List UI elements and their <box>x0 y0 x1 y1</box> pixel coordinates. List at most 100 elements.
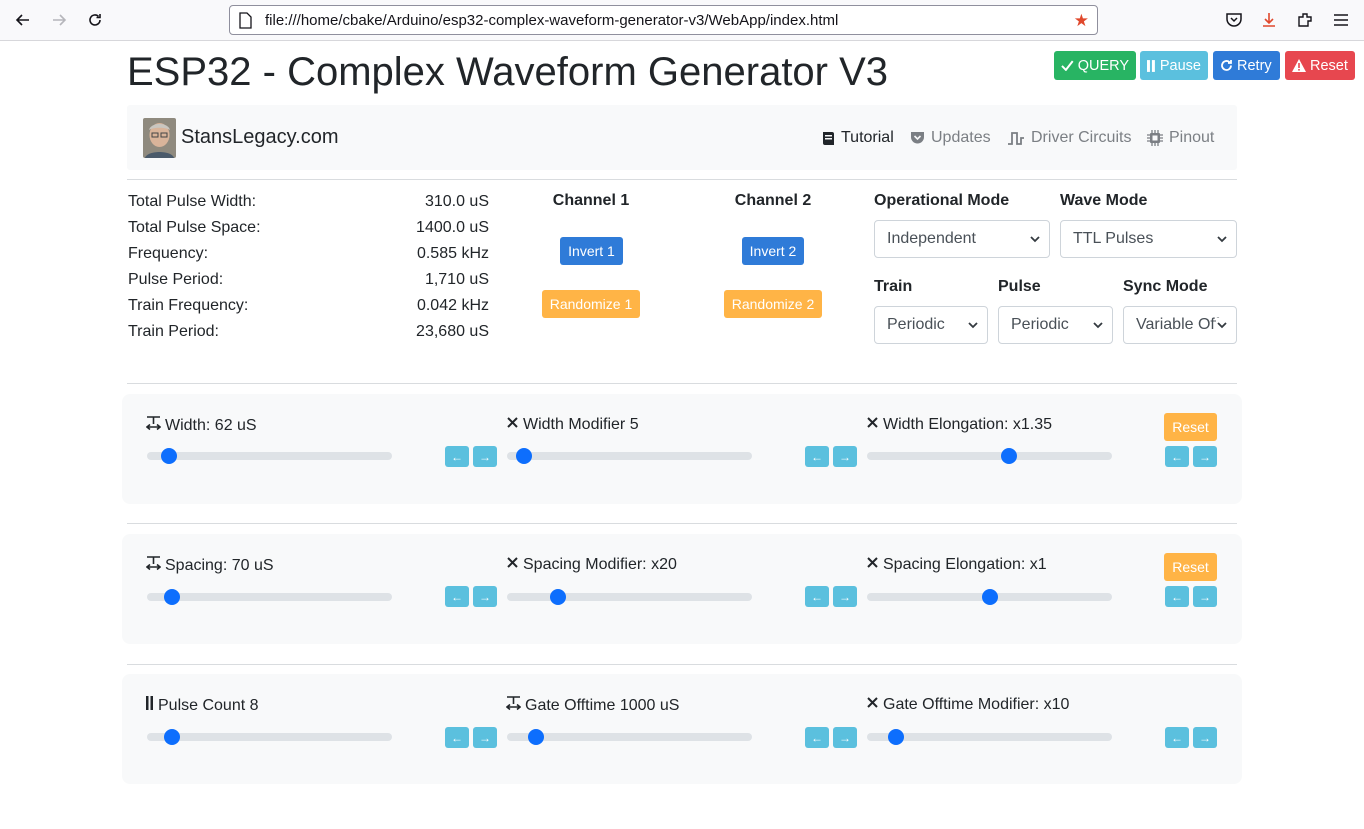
width-increment-button[interactable]: → <box>473 446 497 467</box>
arrow-left-icon: ← <box>811 449 823 464</box>
width-panel <box>122 394 1242 504</box>
back-arrow-icon <box>15 14 29 26</box>
slider-thumb[interactable] <box>161 448 178 464</box>
width-modifier-decrement-button[interactable]: ← <box>805 446 829 467</box>
arrow-left-icon: ← <box>811 589 823 604</box>
operational-mode-select[interactable]: Independent <box>874 220 1050 258</box>
sync-mode-select[interactable]: Variable Off <box>1123 306 1237 344</box>
query-button[interactable]: QUERY <box>1054 51 1136 80</box>
arrow-left-icon: ← <box>451 730 463 745</box>
width-reset-button[interactable]: Reset <box>1164 413 1217 441</box>
divider <box>127 383 1237 384</box>
spacing-modifier-decrement-button[interactable]: ← <box>805 586 829 607</box>
width-elongation-increment-button[interactable]: → <box>1193 446 1217 467</box>
pulse-count-decrement-button[interactable]: ← <box>445 727 469 748</box>
stat-label-total-pulse-width: Total Pulse Width: <box>128 193 257 210</box>
width-modifier-slider[interactable] <box>507 448 752 464</box>
text-width-icon <box>145 416 162 436</box>
back-button[interactable] <box>9 6 37 34</box>
stat-value-total-pulse-space: 1400.0 uS <box>416 219 489 236</box>
gate-offtime-modifier-increment-button[interactable]: → <box>1193 727 1217 748</box>
pause-button[interactable]: Pause <box>1140 51 1208 80</box>
navbar: StansLegacy.com Tutorial Updates Driver … <box>127 105 1237 170</box>
chevron-down-icon <box>1217 236 1227 243</box>
channel-2-title: Channel 2 <box>734 192 812 209</box>
slider-thumb[interactable] <box>163 729 180 745</box>
width-elongation-label: Width Elongation: x1.35 <box>866 416 1052 434</box>
arrow-left-icon: ← <box>811 730 823 745</box>
wave-mode-select[interactable]: TTL Pulses <box>1060 220 1237 258</box>
width-decrement-button[interactable]: ← <box>445 446 469 467</box>
spacing-elongation-decrement-button[interactable]: ← <box>1165 586 1189 607</box>
invert-2-button[interactable]: Invert 2 <box>742 237 804 265</box>
downloads-icon[interactable] <box>1258 9 1280 31</box>
forward-button[interactable] <box>45 6 73 34</box>
menu-icon[interactable] <box>1330 9 1352 31</box>
gate-offtime-modifier-decrement-button[interactable]: ← <box>1165 727 1189 748</box>
nav-link-tutorial[interactable]: Tutorial <box>822 129 894 147</box>
pulse-count-slider[interactable] <box>147 729 392 745</box>
train-select[interactable]: Periodic <box>874 306 988 344</box>
retry-button[interactable]: Retry <box>1213 51 1280 80</box>
nav-link-pinout[interactable]: Pinout <box>1147 129 1214 147</box>
width-elongation-slider[interactable] <box>867 448 1112 464</box>
brand-link[interactable]: StansLegacy.com <box>181 126 339 149</box>
pocket-icon[interactable] <box>1223 9 1245 31</box>
text-width-icon <box>505 696 522 716</box>
width-slider[interactable] <box>147 448 392 464</box>
stat-value-pulse-period: 1,710 uS <box>424 271 489 288</box>
browser-toolbar: file:///home/cbake/Arduino/esp32-complex… <box>0 0 1364 41</box>
slider-thumb[interactable] <box>981 589 998 605</box>
spacing-slider[interactable] <box>147 589 392 605</box>
reset-button[interactable]: Reset <box>1285 51 1355 80</box>
spacing-modifier-slider[interactable] <box>507 589 752 605</box>
arrow-left-icon: ← <box>451 449 463 464</box>
bookmark-star-icon[interactable]: ★ <box>1074 11 1089 31</box>
divider <box>127 179 1237 180</box>
width-modifier-increment-button[interactable]: → <box>833 446 857 467</box>
gate-offtime-decrement-button[interactable]: ← <box>805 727 829 748</box>
arrow-right-icon: → <box>839 730 851 745</box>
avatar[interactable] <box>143 118 176 158</box>
divider <box>127 664 1237 665</box>
spacing-label: Spacing: 70 uS <box>145 556 274 576</box>
times-icon <box>506 416 519 434</box>
arrow-left-icon: ← <box>451 589 463 604</box>
stat-value-train-period: 23,680 uS <box>416 323 489 340</box>
microchip-icon <box>1147 130 1163 146</box>
spacing-decrement-button[interactable]: ← <box>445 586 469 607</box>
redo-icon <box>1221 60 1232 71</box>
arrow-right-icon: → <box>839 589 851 604</box>
arrow-right-icon: → <box>479 449 491 464</box>
arrow-left-icon: ← <box>1171 589 1183 604</box>
spacing-modifier-increment-button[interactable]: → <box>833 586 857 607</box>
operational-mode-label: Operational Mode <box>874 192 1010 209</box>
slider-thumb[interactable] <box>1001 448 1018 464</box>
pulse-count-label: Pulse Count 8 <box>146 696 259 715</box>
reload-button[interactable] <box>81 6 109 34</box>
width-elongation-decrement-button[interactable]: ← <box>1165 446 1189 467</box>
spacing-reset-button[interactable]: Reset <box>1164 553 1217 581</box>
gate-offtime-increment-button[interactable]: → <box>833 727 857 748</box>
randomize-1-button[interactable]: Randomize 1 <box>542 290 640 318</box>
stat-value-train-frequency: 0.042 kHz <box>416 297 489 314</box>
extensions-icon[interactable] <box>1294 9 1316 31</box>
pulse-select[interactable]: Periodic <box>998 306 1113 344</box>
invert-1-button[interactable]: Invert 1 <box>560 237 623 265</box>
spacing-increment-button[interactable]: → <box>473 586 497 607</box>
arrow-right-icon: → <box>479 589 491 604</box>
spacing-elongation-slider[interactable] <box>867 589 1112 605</box>
address-bar[interactable]: file:///home/cbake/Arduino/esp32-complex… <box>229 5 1098 35</box>
spacing-elongation-increment-button[interactable]: → <box>1193 586 1217 607</box>
chevron-down-icon <box>1030 236 1040 243</box>
check-icon <box>1061 60 1074 71</box>
gate-offtime-slider[interactable] <box>507 729 752 745</box>
pulse-count-increment-button[interactable]: → <box>473 727 497 748</box>
nav-link-driver-circuits[interactable]: Driver Circuits <box>1007 129 1131 147</box>
slider-thumb[interactable] <box>163 589 180 605</box>
gate-offtime-modifier-slider[interactable] <box>867 729 1112 745</box>
nav-link-updates[interactable]: Updates <box>910 129 991 147</box>
spacing-elongation-label: Spacing Elongation: x1 <box>866 556 1047 574</box>
text-width-icon <box>145 556 162 576</box>
randomize-2-button[interactable]: Randomize 2 <box>724 290 822 318</box>
